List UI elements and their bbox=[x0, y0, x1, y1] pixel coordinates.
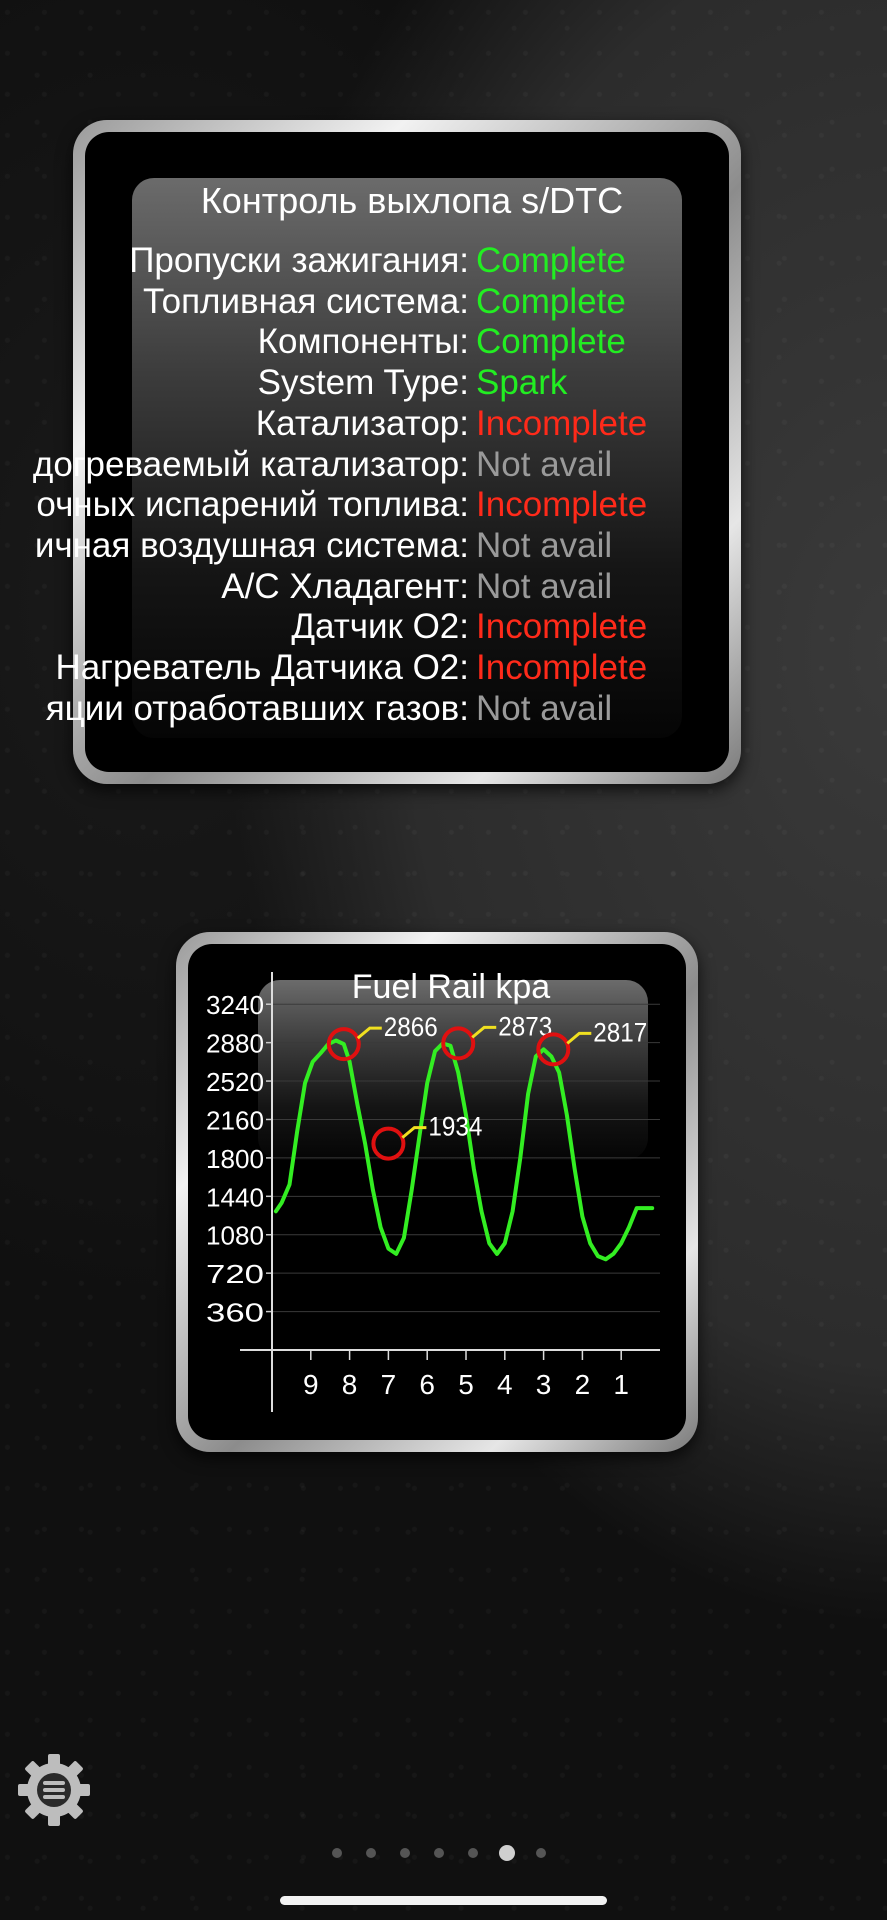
home-indicator[interactable] bbox=[280, 1896, 607, 1905]
fuel-rail-series-line bbox=[273, 1038, 655, 1262]
chart-title: Fuel Rail kpa bbox=[352, 968, 551, 1006]
y-tick-label: 2520 bbox=[206, 1067, 264, 1097]
annotation-leader bbox=[356, 1026, 382, 1040]
page-indicator bbox=[0, 1843, 887, 1863]
y-tick-label: 720 bbox=[206, 1259, 264, 1289]
gear-menu-icon bbox=[18, 1754, 90, 1826]
x-tick-label: 8 bbox=[342, 1369, 358, 1400]
page-dot[interactable] bbox=[400, 1848, 410, 1858]
x-tick-label: 4 bbox=[497, 1369, 513, 1400]
y-tick-label: 1080 bbox=[206, 1221, 264, 1251]
x-tick-label: 5 bbox=[458, 1369, 474, 1400]
x-tick-label: 2 bbox=[575, 1369, 591, 1400]
peak-marker bbox=[371, 1126, 406, 1161]
y-tick-label: 360 bbox=[206, 1298, 264, 1328]
annotation-label: 2817 bbox=[593, 1017, 647, 1047]
y-tick-label: 2880 bbox=[206, 1029, 264, 1059]
x-tick-label: 7 bbox=[381, 1369, 397, 1400]
page-dot[interactable] bbox=[366, 1848, 376, 1858]
annotation-leader bbox=[401, 1126, 427, 1139]
settings-button[interactable] bbox=[14, 1750, 94, 1830]
annotation-leader bbox=[471, 1025, 497, 1039]
x-tick-label: 1 bbox=[613, 1369, 629, 1400]
x-tick-label: 9 bbox=[303, 1369, 319, 1400]
x-tick-label: 6 bbox=[419, 1369, 435, 1400]
page-dot[interactable] bbox=[468, 1848, 478, 1858]
fuel-rail-chart: Fuel Rail kpa 3240 2880 2520 2160 1800 1440 108… bbox=[206, 968, 660, 1412]
y-tick-label: 2160 bbox=[206, 1105, 264, 1135]
y-tick-label: 3240 bbox=[206, 990, 264, 1020]
y-tick-label: 1440 bbox=[206, 1182, 264, 1212]
page-dot[interactable] bbox=[434, 1848, 444, 1858]
annotation-label: 1934 bbox=[428, 1112, 482, 1142]
annotation-label: 2866 bbox=[384, 1012, 438, 1042]
page-dot[interactable] bbox=[332, 1848, 342, 1858]
x-tick-label: 3 bbox=[536, 1369, 552, 1400]
annotation-leader bbox=[566, 1031, 592, 1045]
page-dot[interactable] bbox=[536, 1848, 546, 1858]
page-dot-active[interactable] bbox=[499, 1845, 515, 1861]
y-tick-label: 1800 bbox=[206, 1144, 264, 1174]
